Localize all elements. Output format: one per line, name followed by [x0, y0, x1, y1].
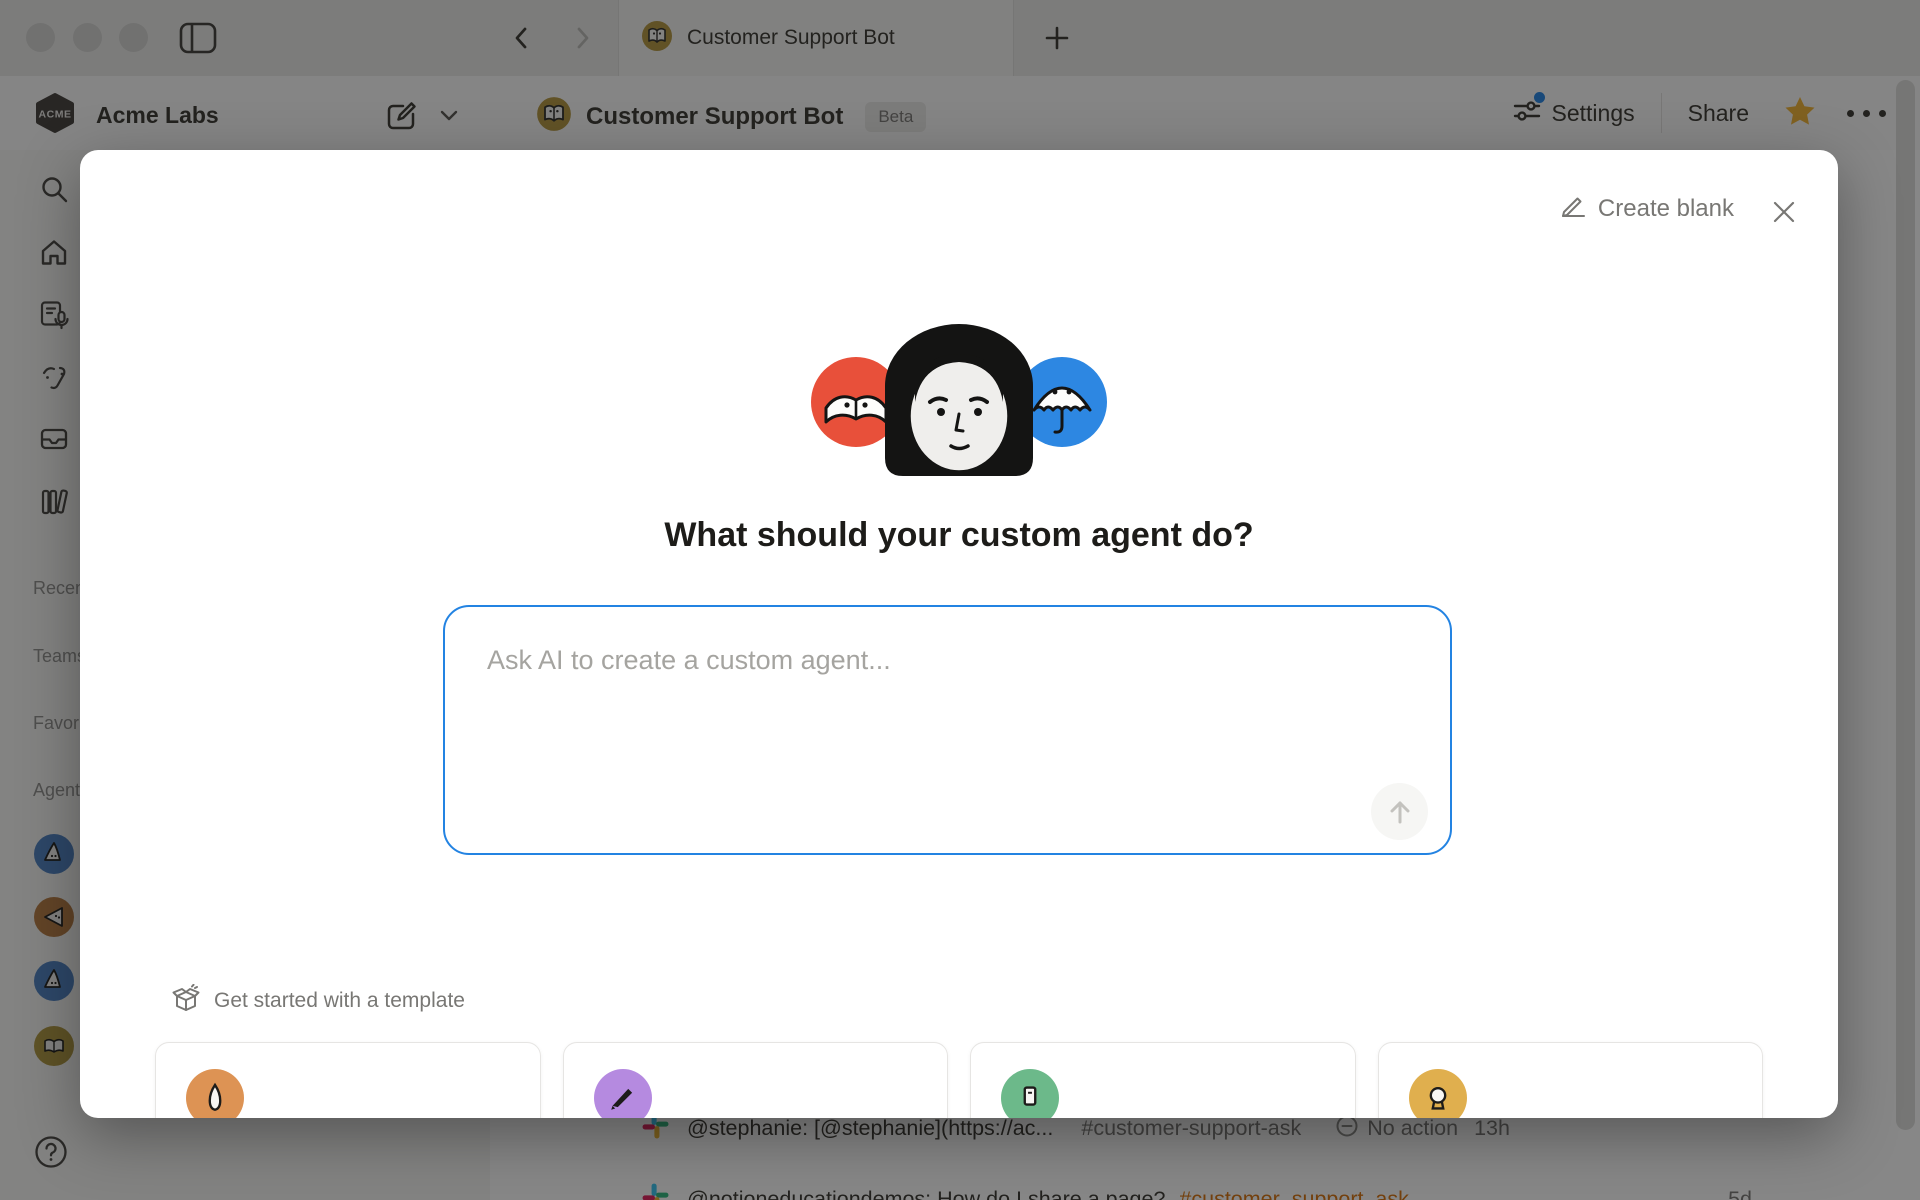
screen: Customer Support Bot ACME Acme Labs: [0, 0, 1920, 1200]
close-icon[interactable]: [1768, 196, 1800, 228]
create-blank-button[interactable]: Create blank: [1560, 192, 1734, 226]
agent-illustration: [794, 310, 1124, 495]
template-card[interactable]: [1378, 1042, 1764, 1118]
agent-prompt-box: [443, 605, 1452, 855]
modal-heading: What should your custom agent do?: [80, 516, 1838, 555]
template-card-list: [155, 1042, 1763, 1118]
template-avatar: [186, 1069, 244, 1118]
template-card[interactable]: [563, 1042, 949, 1118]
template-avatar: [594, 1069, 652, 1118]
pencil-icon: [1560, 192, 1587, 226]
templates-header: Get started with a template: [172, 984, 465, 1018]
create-blank-label: Create blank: [1598, 195, 1734, 223]
template-card[interactable]: [970, 1042, 1356, 1118]
template-card[interactable]: [155, 1042, 541, 1118]
agent-prompt-input[interactable]: [445, 607, 1450, 853]
templates-header-label: Get started with a template: [214, 989, 465, 1013]
template-box-icon: [172, 984, 200, 1018]
template-avatar: [1409, 1069, 1467, 1118]
template-avatar: [1001, 1069, 1059, 1118]
submit-arrow-button[interactable]: [1371, 783, 1428, 840]
create-agent-modal: Create blank: [80, 150, 1838, 1118]
